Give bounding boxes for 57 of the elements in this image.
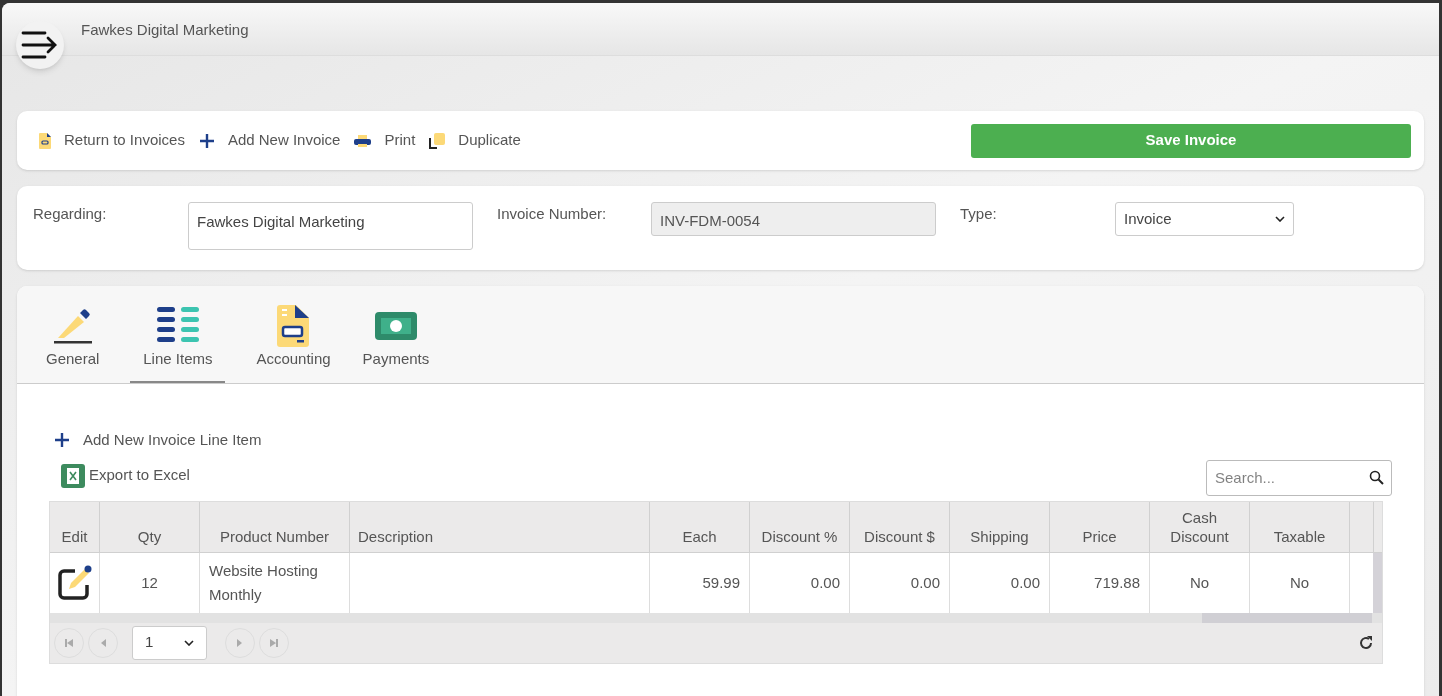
column-header: Each xyxy=(682,526,717,546)
table-cell-text: No xyxy=(1288,572,1311,593)
column-header: Cash Discount xyxy=(1169,507,1230,546)
table-cell-text: 12 xyxy=(140,572,159,593)
menu-button[interactable] xyxy=(16,21,64,69)
search-field[interactable]: Search... xyxy=(1206,459,1392,496)
table-cell-text: 0.00 xyxy=(1009,572,1040,593)
plus-icon xyxy=(54,432,70,449)
field-label: Regarding: xyxy=(33,204,108,224)
column-header: Price xyxy=(1082,526,1117,546)
skip-back-icon xyxy=(64,637,74,648)
plus-icon xyxy=(198,132,215,149)
chevron-down-icon xyxy=(184,639,194,646)
regarding-field[interactable]: Fawkes Digital Marketing xyxy=(188,202,473,250)
toolbar-action[interactable]: Add New Invoice xyxy=(198,129,341,152)
toolbar-action[interactable]: Return to Invoices xyxy=(39,129,185,152)
column-header: Description xyxy=(358,526,434,546)
type-select[interactable]: Invoice xyxy=(1115,202,1294,236)
edit-icon[interactable] xyxy=(56,564,93,601)
field-label: Invoice Number: xyxy=(497,204,608,224)
column-header: Discount $ xyxy=(864,526,935,546)
skip-forward-icon xyxy=(269,637,279,648)
table-cell-text: 59.99 xyxy=(701,572,740,593)
table-cell-text: No xyxy=(1188,572,1211,593)
page-select[interactable]: 1 xyxy=(132,625,207,660)
table-cell-text: 0.00 xyxy=(809,572,840,593)
toolbar-action[interactable]: Duplicate xyxy=(429,129,521,152)
column-header: Qty xyxy=(137,526,162,546)
tab[interactable]: General xyxy=(45,305,101,383)
pencil-icon xyxy=(53,308,92,344)
spreadsheet-icon xyxy=(61,463,85,488)
table-cell-text: 719.88 xyxy=(1093,572,1140,593)
export-excel-link[interactable]: Export to Excel xyxy=(61,463,190,488)
printer-icon xyxy=(354,134,372,147)
copy-icon xyxy=(429,132,446,149)
search-icon xyxy=(1369,469,1384,485)
tab[interactable]: Accounting xyxy=(255,305,332,383)
banknote-icon xyxy=(374,312,417,340)
tab[interactable]: Payments xyxy=(361,305,431,383)
refresh-icon[interactable] xyxy=(1358,634,1374,651)
chevron-down-icon xyxy=(1275,216,1285,222)
column-header: Discount % xyxy=(761,526,838,546)
table-cell-text: Website Hosting Monthly xyxy=(209,560,319,605)
document-icon xyxy=(39,132,51,149)
tab[interactable]: Line Items xyxy=(130,305,226,383)
menu-arrow-icon xyxy=(21,31,59,59)
company-title: Fawkes Digital Marketing xyxy=(81,21,249,38)
list-icon xyxy=(156,307,199,345)
toolbar-action[interactable]: Print xyxy=(354,129,416,152)
document-icon xyxy=(277,305,310,347)
table-cell-text: 0.00 xyxy=(909,572,940,593)
column-header: Taxable xyxy=(1273,526,1326,546)
column-header: Edit xyxy=(61,526,88,546)
field-label: Type: xyxy=(960,204,998,224)
column-header: Product Number xyxy=(219,526,330,546)
column-header: Shipping xyxy=(970,526,1029,546)
add-line-item-link[interactable]: Add New Invoice Line Item xyxy=(54,429,262,452)
